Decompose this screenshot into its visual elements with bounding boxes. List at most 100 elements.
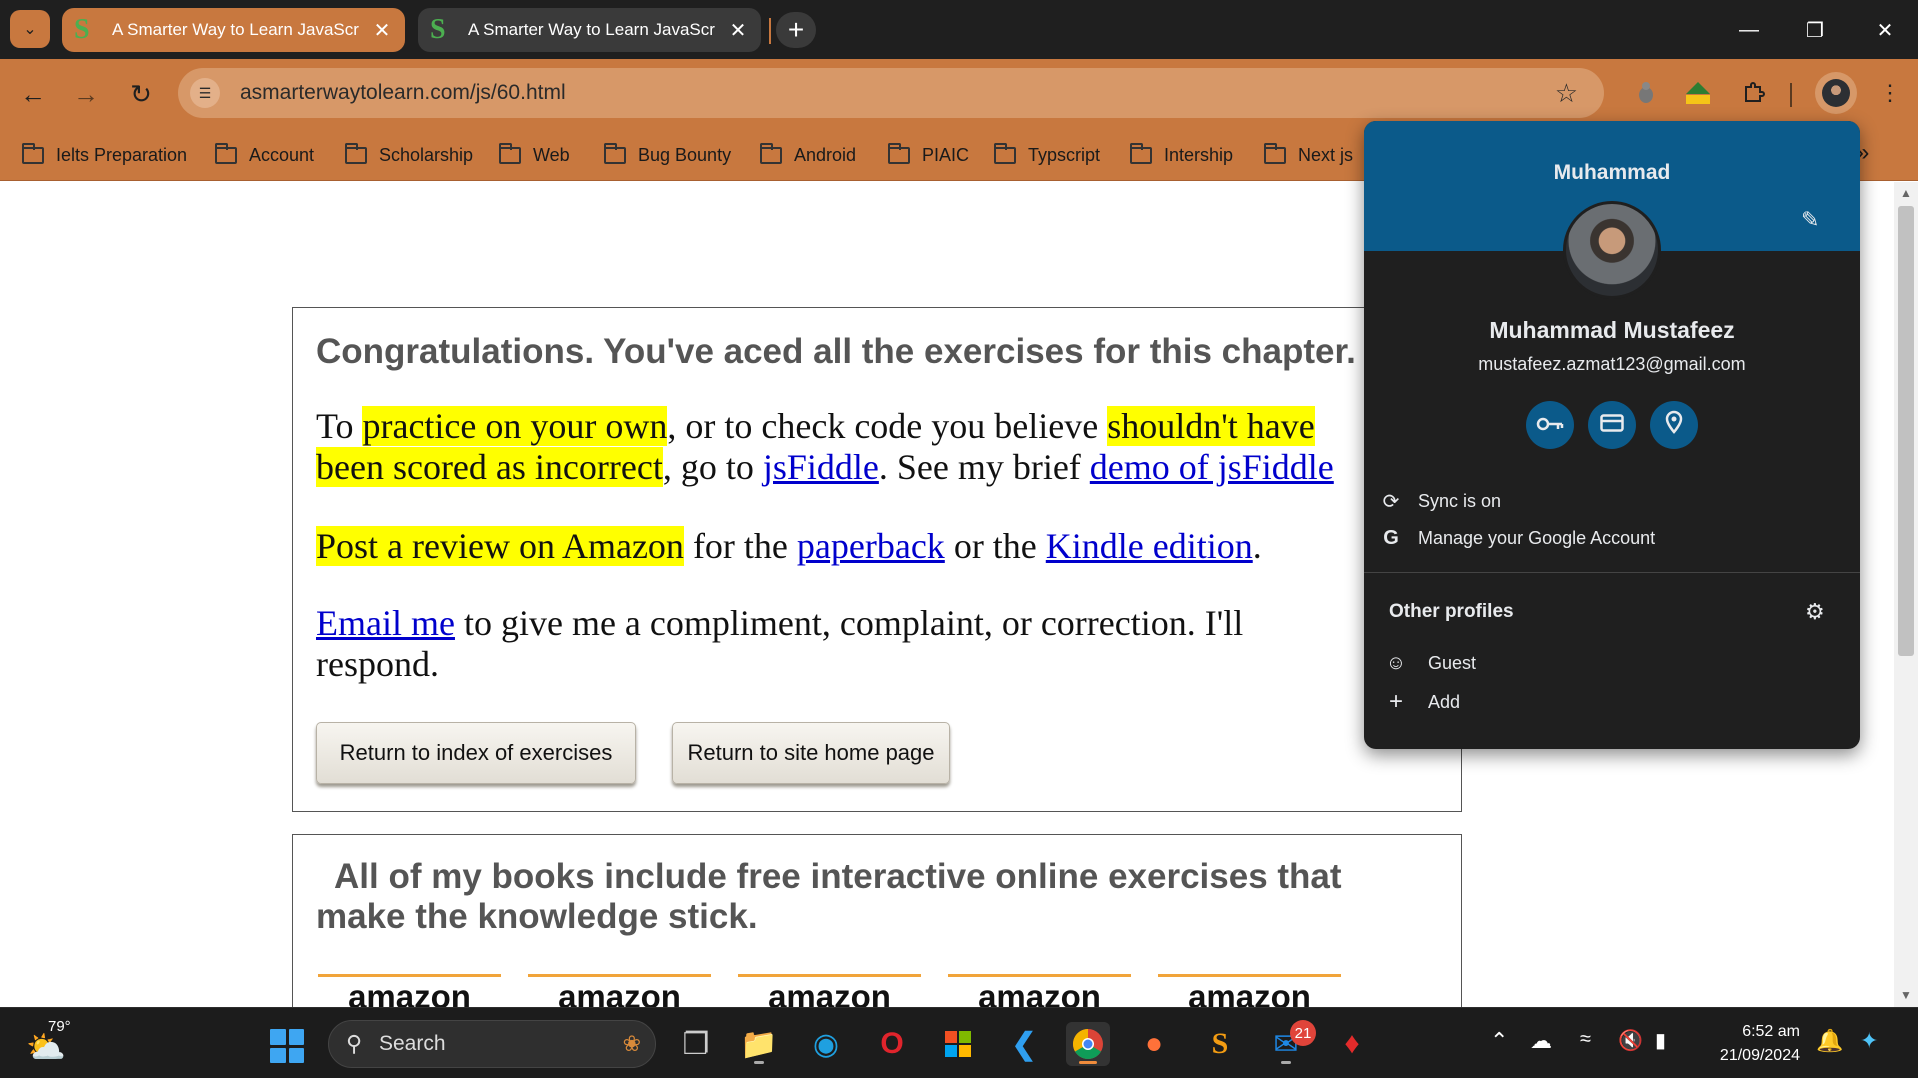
system-clock[interactable]: 6:52 am 21/09/2024: [1700, 1020, 1800, 1068]
sync-status-row[interactable]: ⟳ Sync is on: [1364, 481, 1860, 521]
congrats-box: Congratulations. You've aced all the exe…: [292, 307, 1462, 812]
amazon-book-link[interactable]: amazon: [318, 974, 501, 1007]
bookmark-folder[interactable]: Next js: [1264, 137, 1353, 173]
forward-button[interactable]: →: [65, 73, 107, 115]
bookmark-label: Web: [533, 144, 570, 165]
return-to-index-button[interactable]: Return to index of exercises: [316, 722, 636, 784]
start-button[interactable]: [270, 1029, 304, 1063]
return-to-home-button[interactable]: Return to site home page: [672, 722, 950, 784]
amazon-book-link[interactable]: amazon: [948, 974, 1131, 1007]
taskbar-search[interactable]: ⚲ Search ❀: [328, 1020, 656, 1068]
tab-active[interactable]: S A Smarter Way to Learn JavaScr ✕: [62, 8, 405, 52]
scroll-up-icon[interactable]: ▲: [1898, 186, 1914, 200]
guest-icon: ☺: [1385, 651, 1407, 674]
windows-logo-icon: [288, 1029, 304, 1045]
amazon-book-link[interactable]: amazon: [1158, 974, 1341, 1007]
search-label: Search: [379, 1032, 446, 1055]
bookmark-label: Next js: [1298, 144, 1354, 165]
add-profile-row[interactable]: + Add: [1364, 682, 1860, 722]
address-bar[interactable]: ☰ asmarterwaytolearn.com/js/60.html ☆: [178, 68, 1604, 118]
bookmark-folder[interactable]: PIAIC: [888, 137, 969, 173]
close-icon[interactable]: ✕: [371, 18, 393, 43]
review-paragraph: Post a review on Amazon for the paperbac…: [316, 526, 1262, 567]
bookmark-folder[interactable]: Account: [215, 137, 314, 173]
task-view-icon[interactable]: ❐: [674, 1022, 718, 1066]
clock-time: 6:52 am: [1742, 1023, 1800, 1040]
add-label: Add: [1428, 691, 1461, 712]
guest-profile-row[interactable]: ☺ Guest: [1364, 643, 1860, 683]
notification-badge: 21: [1290, 1020, 1316, 1046]
google-g-icon: G: [1383, 526, 1399, 549]
bookmark-folder[interactable]: Intership: [1130, 137, 1233, 173]
text: , go to: [662, 447, 763, 487]
restore-button[interactable]: ❐: [1790, 8, 1840, 52]
copilot-icon[interactable]: ✦: [1860, 1028, 1878, 1054]
close-window-button[interactable]: ✕: [1860, 8, 1910, 52]
firefox-icon[interactable]: ●: [1132, 1022, 1176, 1066]
speaker-muted-icon[interactable]: 🔇: [1618, 1028, 1643, 1053]
email-me-link[interactable]: Email me: [316, 603, 455, 643]
chrome-logo: [1072, 1029, 1103, 1060]
text: .: [1252, 526, 1262, 566]
bell-icon[interactable]: 🔔: [1816, 1028, 1843, 1054]
tab-title: A Smarter Way to Learn JavaScr: [468, 20, 715, 39]
battery-icon[interactable]: ▮: [1655, 1028, 1666, 1053]
pencil-icon[interactable]: ✎: [1801, 207, 1819, 233]
guest-label: Guest: [1428, 652, 1477, 673]
passwords-button[interactable]: [1526, 401, 1574, 449]
location-pin-icon: [1665, 410, 1683, 440]
plus-icon: +: [787, 14, 805, 45]
chrome-icon[interactable]: [1066, 1022, 1110, 1066]
tab-search-button[interactable]: ⌄: [10, 10, 50, 48]
jsfiddle-link[interactable]: jsFiddle: [763, 447, 879, 487]
kindle-edition-link[interactable]: Kindle edition: [1046, 526, 1253, 566]
extensions-puzzle-icon[interactable]: [1736, 75, 1772, 111]
bookmark-star-icon[interactable]: ☆: [1555, 78, 1578, 109]
close-icon[interactable]: ✕: [727, 18, 749, 43]
amazon-book-link[interactable]: amazon: [738, 974, 921, 1007]
extension-bug-icon[interactable]: [1628, 75, 1664, 111]
gear-icon[interactable]: ⚙: [1805, 599, 1825, 625]
back-button[interactable]: ←: [12, 73, 54, 115]
folder-icon: [345, 142, 367, 164]
scrollbar-thumb[interactable]: [1898, 206, 1914, 656]
amazon-book-link[interactable]: amazon: [528, 974, 711, 1007]
bookmark-label: Ielts Preparation: [56, 144, 188, 165]
minimize-button[interactable]: —: [1724, 8, 1774, 52]
acrobat-icon[interactable]: ♦: [1330, 1022, 1374, 1066]
manage-account-row[interactable]: G Manage your Google Account: [1364, 518, 1860, 558]
new-tab-button[interactable]: +: [776, 12, 816, 48]
sublime-text-icon[interactable]: S: [1198, 1022, 1242, 1066]
vscode-icon[interactable]: ❮: [1002, 1022, 1046, 1066]
opera-icon[interactable]: O: [870, 1022, 914, 1066]
bookmark-folder[interactable]: Web: [499, 137, 570, 173]
reload-button[interactable]: ↻: [120, 73, 162, 115]
bookmark-label: Scholarship: [379, 144, 474, 165]
folder-icon: [499, 142, 521, 164]
payment-methods-button[interactable]: [1588, 401, 1636, 449]
bookmark-folder[interactable]: Scholarship: [345, 137, 473, 173]
onedrive-cloud-icon[interactable]: ☁: [1530, 1028, 1552, 1054]
email-paragraph: Email me to give me a compliment, compla…: [316, 603, 1356, 685]
bookmark-folder[interactable]: Bug Bounty: [604, 137, 731, 173]
store-icon[interactable]: [936, 1022, 980, 1066]
scroll-down-icon[interactable]: ▼: [1898, 988, 1914, 1002]
wifi-icon[interactable]: ≈: [1580, 1028, 1591, 1051]
url-text[interactable]: asmarterwaytolearn.com/js/60.html: [240, 81, 566, 105]
site-info-button[interactable]: ☰: [190, 78, 220, 108]
bookmark-folder[interactable]: Ielts Preparation: [22, 137, 187, 173]
extension-html-icon[interactable]: [1680, 75, 1716, 111]
edge-icon[interactable]: ◉: [804, 1022, 848, 1066]
paperback-link[interactable]: paperback: [797, 526, 945, 566]
addresses-button[interactable]: [1650, 401, 1698, 449]
profile-email: mustafeez.azmat123@gmail.com: [1478, 354, 1746, 374]
bookmark-folder[interactable]: Android: [760, 137, 856, 173]
tab-inactive[interactable]: S A Smarter Way to Learn JavaScr ✕: [418, 8, 761, 52]
restore-icon: ❐: [1806, 19, 1824, 42]
chevron-up-icon[interactable]: ⌃: [1490, 1028, 1508, 1054]
file-explorer-icon[interactable]: 📁: [737, 1022, 781, 1066]
bookmark-folder[interactable]: Typscript: [994, 137, 1100, 173]
profile-button[interactable]: [1815, 72, 1857, 114]
jsfiddle-demo-link[interactable]: demo of jsFiddle: [1090, 447, 1334, 487]
menu-kebab-icon[interactable]: ⋮: [1872, 75, 1908, 111]
